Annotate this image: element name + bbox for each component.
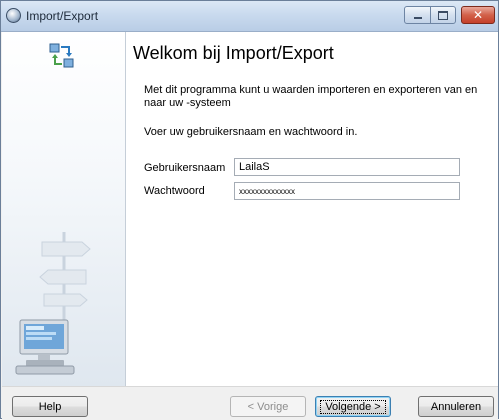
help-button[interactable]: Help bbox=[12, 396, 88, 417]
window-title: Import/Export bbox=[26, 9, 99, 23]
minimize-button[interactable] bbox=[404, 6, 431, 24]
wizard-footer: Help < Vorige Volgende > Annuleren bbox=[2, 386, 498, 420]
intro-text: Met dit programma kunt u waarden importe… bbox=[144, 84, 478, 109]
close-button[interactable]: ✕ bbox=[461, 6, 495, 24]
minimize-icon bbox=[413, 17, 422, 19]
cancel-button[interactable]: Annuleren bbox=[418, 396, 494, 417]
maximize-button[interactable] bbox=[430, 6, 456, 24]
credentials-prompt: Voer uw gebruikersnaam en wachtwoord in. bbox=[144, 126, 358, 138]
previous-button[interactable]: < Vorige bbox=[230, 396, 306, 417]
wizard-sidebar bbox=[2, 32, 126, 386]
wizard-content: Welkom bij Import/Export Met dit program… bbox=[126, 32, 498, 386]
import-export-window: Import/Export ✕ Welkom bij Import/Export… bbox=[0, 0, 499, 420]
title-bar[interactable]: Import/Export ✕ bbox=[1, 1, 498, 32]
username-field[interactable] bbox=[234, 158, 460, 176]
next-button-label: Volgende > bbox=[320, 399, 386, 414]
password-label: Wachtwoord bbox=[144, 185, 205, 197]
username-label: Gebruikersnaam bbox=[144, 162, 226, 174]
maximize-icon bbox=[438, 10, 448, 20]
signpost-computer-illustration bbox=[15, 232, 91, 375]
close-icon: ✕ bbox=[472, 8, 484, 22]
page-title: Welkom bij Import/Export bbox=[133, 43, 334, 63]
next-button[interactable]: Volgende > bbox=[315, 396, 391, 417]
app-icon bbox=[6, 8, 21, 23]
password-field[interactable] bbox=[234, 182, 460, 200]
